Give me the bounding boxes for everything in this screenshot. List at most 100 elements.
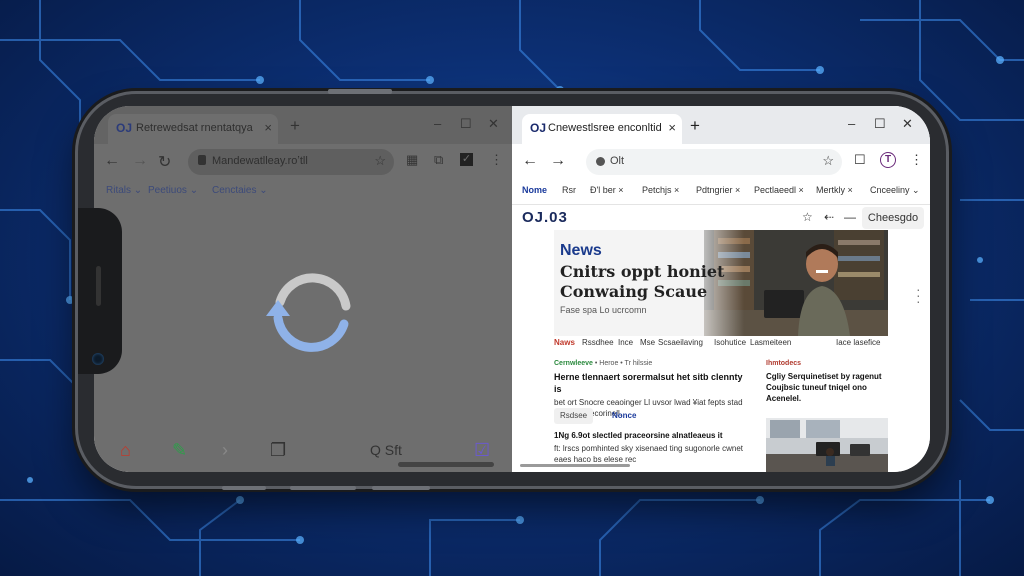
- search-label[interactable]: Q Sft: [370, 442, 402, 458]
- profile-icon[interactable]: T: [880, 152, 896, 168]
- category-item[interactable]: Isohutice: [714, 338, 746, 347]
- toolbar: ← → ↻ Mandewatlleay.roʼtll ☆ ▦ ⧉ ✓ ⋮: [94, 144, 512, 180]
- address-bar[interactable]: Mandewatlleay.roʼtll ☆: [188, 149, 394, 175]
- checked-shield-icon[interactable]: ☑: [474, 440, 490, 461]
- new-tab-button[interactable]: +: [290, 116, 300, 136]
- bookmark-star-icon[interactable]: ☆: [802, 210, 813, 224]
- phone-notch: [78, 208, 122, 374]
- category-item[interactable]: Naws: [554, 338, 575, 347]
- front-camera: [92, 353, 104, 365]
- tab-title: Retrewedsat rnentatqya: [136, 122, 253, 134]
- office-photo: [766, 418, 888, 472]
- category-item[interactable]: Mse: [640, 338, 655, 347]
- hero-label: News: [560, 242, 602, 259]
- category-item[interactable]: Lasmeiteen: [750, 338, 791, 347]
- site-action-button[interactable]: Cheesgdo: [862, 207, 924, 229]
- maximize-button[interactable]: ☐: [874, 116, 886, 132]
- category-nav: Naws Rssdhee Ince Mse Scsaeilaving Isohutice L…: [554, 338, 888, 352]
- back-arrow-icon[interactable]: ⇠: [824, 210, 834, 224]
- address-url: Mandewatlleay.roʼtll: [212, 155, 308, 167]
- address-url: Olt: [610, 155, 625, 167]
- maximize-button[interactable]: ☐: [460, 116, 472, 132]
- horizontal-scrollbar[interactable]: [520, 464, 630, 467]
- category-item[interactable]: Iace lasefice: [836, 338, 880, 347]
- site-info-icon[interactable]: [596, 157, 605, 166]
- phone-volume-button: [328, 89, 392, 94]
- bookmark-item[interactable]: Petchjs ×: [642, 185, 679, 195]
- right-browser-pane: OJ Cnewestlsree enconltid × + – ☐ ✕ ← → …: [512, 106, 930, 472]
- minimize-button[interactable]: –: [848, 116, 855, 131]
- speaker: [96, 266, 101, 306]
- back-button[interactable]: ←: [522, 152, 538, 170]
- share-icon[interactable]: ⧉: [434, 152, 443, 168]
- chevron-right-icon[interactable]: ›: [222, 440, 228, 461]
- tab-title: Cnewestlsree enconltid: [548, 122, 662, 134]
- bookmark-item[interactable]: Rsr: [562, 185, 576, 195]
- article-kicker: Cernwleeve • Heroe • Tr hilssie: [554, 360, 653, 367]
- minus-icon[interactable]: —: [844, 210, 856, 224]
- sidebar-article[interactable]: Ihmtodecs Cgliy Serquinetiset by ragenut…: [766, 360, 888, 404]
- tab-strip: OJ Cnewestlsree enconltid × + – ☐ ✕: [512, 106, 930, 144]
- close-window-button[interactable]: ✕: [488, 116, 499, 132]
- menu-icon[interactable]: ⋮: [910, 152, 923, 168]
- forward-button[interactable]: →: [550, 152, 566, 170]
- bookmark-item[interactable]: Mertkly ×: [816, 185, 853, 195]
- category-item[interactable]: Scsaeilaving: [658, 338, 703, 347]
- browser-tab[interactable]: OJ Cnewestlsree enconltid ×: [522, 114, 682, 144]
- article-body: ft: lrscs pomhinted sky xisenaed ting su…: [554, 444, 743, 464]
- phone-side-button: [372, 486, 430, 490]
- category-item[interactable]: Rssdhee: [582, 338, 614, 347]
- bookmark-item[interactable]: Ritals ⌄: [106, 185, 142, 196]
- back-button[interactable]: ←: [104, 152, 120, 170]
- article-secondary[interactable]: 1Ng 6.9ot slectled praceorsine alnatleae…: [554, 430, 744, 465]
- phone-side-button: [222, 486, 266, 490]
- extension-icon[interactable]: ☐: [854, 152, 866, 168]
- address-bar[interactable]: Olt ☆: [586, 149, 842, 175]
- article-chips: Rsdsee Nonce: [554, 408, 744, 426]
- hero-byline: Fase spa Lo ucrcomn: [560, 305, 647, 315]
- bookmark-item[interactable]: Cnceeliny ⌄: [870, 185, 920, 196]
- bookmark-item[interactable]: Cenctaies ⌄: [212, 185, 268, 196]
- bookmark-item[interactable]: Peetiuos ⌄: [148, 185, 198, 196]
- hero-headline: Cnitrs oppt honiet: [560, 262, 725, 281]
- bookmark-item[interactable]: Nome: [522, 185, 547, 195]
- star-icon[interactable]: ☆: [822, 153, 834, 169]
- category-item[interactable]: Ince: [618, 338, 633, 347]
- bookmark-item[interactable]: Pectlaeedl ×: [754, 185, 804, 195]
- bookmark-item[interactable]: Pdtngrier ×: [696, 185, 740, 195]
- more-vert-icon[interactable]: · · ·: [916, 282, 921, 308]
- bookmark-add-icon[interactable]: ✎: [172, 440, 187, 461]
- close-icon[interactable]: ×: [668, 120, 676, 135]
- bookmark-bar: Ritals ⌄ Peetiuos ⌄ Cenctaies ⌄: [94, 180, 512, 204]
- browser-tab[interactable]: OJ Retrewedsat rnentatqya ×: [108, 114, 278, 144]
- home-indicator[interactable]: [398, 462, 494, 467]
- menu-icon[interactable]: ⋮: [490, 152, 503, 168]
- chip-button[interactable]: Nonce: [606, 408, 642, 424]
- bookmark-item[interactable]: Ð'l ber ×: [590, 185, 623, 195]
- reload-button[interactable]: ↻: [158, 152, 171, 172]
- phone-screen: OJ Retrewedsat rnentatqya × + – ☐ ✕ ← → …: [94, 106, 930, 472]
- tabs-icon[interactable]: ❐: [270, 440, 286, 461]
- grid-icon[interactable]: ▦: [406, 152, 418, 168]
- site-header: OJ.03 ☆ ⇠ — Cheesgdo: [512, 205, 930, 231]
- star-icon[interactable]: ☆: [374, 153, 386, 169]
- toolbar: ← → Olt ☆ ☐ T ⋮: [512, 144, 930, 180]
- left-browser-pane: OJ Retrewedsat rnentatqya × + – ☐ ✕ ← → …: [94, 106, 512, 472]
- phone-side-button: [290, 486, 356, 490]
- close-icon[interactable]: ×: [264, 120, 272, 135]
- forward-button[interactable]: →: [132, 152, 148, 170]
- sidebar-headline[interactable]: Cgliy Serquinetiset by ragenut Coujbsic …: [766, 371, 888, 404]
- checkbox-icon[interactable]: ✓: [460, 153, 473, 166]
- tab-favicon: OJ: [530, 121, 547, 135]
- new-tab-button[interactable]: +: [690, 116, 700, 136]
- close-window-button[interactable]: ✕: [902, 116, 913, 132]
- article-headline[interactable]: Herne tlennaert sorermalsut het sitb cle…: [554, 371, 744, 395]
- tab-favicon: OJ: [116, 121, 133, 135]
- home-icon[interactable]: ⌂: [120, 440, 131, 461]
- chip-button[interactable]: Rsdsee: [554, 408, 594, 424]
- site-logo[interactable]: OJ.03: [522, 209, 568, 226]
- article-headline[interactable]: 1Ng 6.9ot slectled praceorsine alnatleae…: [554, 430, 744, 441]
- minimize-button[interactable]: –: [434, 116, 441, 131]
- hero-banner[interactable]: News Cnitrs oppt honiet Conwaing Scaue F…: [554, 230, 888, 336]
- hero-headline: Conwaing Scaue: [560, 282, 708, 301]
